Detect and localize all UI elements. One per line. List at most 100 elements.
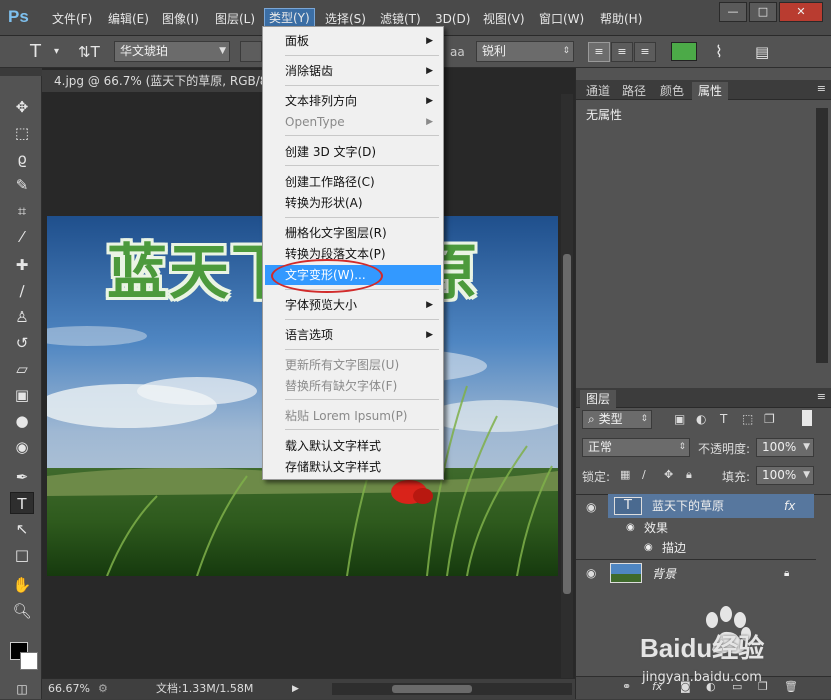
menu-item-antialias[interactable]: 消除锯齿 ▶ xyxy=(265,61,441,81)
lasso-tool-icon[interactable]: ϱ xyxy=(10,148,34,170)
menu-item-create-work-path[interactable]: 创建工作路径(C) xyxy=(265,172,441,192)
fx-icon[interactable]: fx xyxy=(784,494,795,518)
menu-item-panels[interactable]: 面板 ▶ xyxy=(265,31,441,51)
marquee-tool-icon[interactable]: ⬚ xyxy=(10,122,34,144)
history-brush-tool-icon[interactable]: ↺ xyxy=(10,332,34,354)
minimize-button[interactable]: — xyxy=(719,2,747,22)
menu-item-text-orientation[interactable]: 文本排列方向 ▶ xyxy=(265,91,441,111)
panel-menu-icon[interactable]: ≡ xyxy=(817,82,826,95)
status-info-icon[interactable]: ⚙ xyxy=(98,679,108,699)
layer-name[interactable]: 蓝天下的草原 xyxy=(652,494,724,518)
filter-shape-icon[interactable]: ⬚ xyxy=(742,412,753,426)
menu-help[interactable]: 帮助(H) xyxy=(596,9,646,29)
path-select-tool-icon[interactable]: ↖ xyxy=(10,518,34,540)
gradient-tool-icon[interactable]: ▣ xyxy=(10,384,34,406)
horizontal-scrollbar-thumb[interactable] xyxy=(392,685,472,693)
lock-position-icon[interactable]: ✥ xyxy=(664,468,673,481)
type-tool-icon[interactable]: T xyxy=(10,492,34,514)
menu-image[interactable]: 图像(I) xyxy=(158,9,203,29)
warp-text-icon[interactable]: ⌇ xyxy=(715,41,723,63)
layer-filter-select[interactable]: ⌕ 类型 ⇕ xyxy=(582,410,652,429)
text-color-swatch[interactable] xyxy=(671,42,697,61)
tab-properties[interactable]: 属性 xyxy=(692,82,729,100)
quick-mask-icon[interactable]: ◫ xyxy=(10,678,34,700)
filter-toggle[interactable] xyxy=(802,410,812,426)
stroke-visibility-eye-icon[interactable]: ◉ xyxy=(644,538,653,558)
horizontal-scrollbar[interactable] xyxy=(332,683,572,695)
zoom-level[interactable]: 66.67% xyxy=(48,679,90,699)
lock-pixels-icon[interactable]: ∕ xyxy=(642,468,646,481)
layer-effects-row[interactable]: ◉ 效果 xyxy=(608,518,814,538)
antialias-label: aa xyxy=(450,45,465,59)
layer-effect-stroke-row[interactable]: ◉ 描边 xyxy=(608,538,814,558)
close-button[interactable]: ✕ xyxy=(779,2,823,22)
align-center-button[interactable]: ≡ xyxy=(611,42,633,62)
text-tool-icon[interactable]: T xyxy=(30,41,41,63)
layers-panel-menu-icon[interactable]: ≡ xyxy=(817,390,826,403)
tab-layers[interactable]: 图层 xyxy=(580,390,617,408)
brush-tool-icon[interactable]: ∕ xyxy=(10,280,34,302)
menu-item-save-default-style[interactable]: 存储默认文字样式 xyxy=(265,457,441,477)
clone-stamp-tool-icon[interactable]: ♙ xyxy=(10,306,34,328)
layer-row-background[interactable]: 背景 🔒︎ xyxy=(608,560,814,588)
layer-row-text[interactable]: T 蓝天下的草原 fx xyxy=(608,494,814,518)
crop-tool-icon[interactable]: ⌗ xyxy=(10,200,34,222)
healing-brush-tool-icon[interactable]: ✚ xyxy=(10,254,34,276)
vertical-scrollbar[interactable] xyxy=(561,94,573,678)
align-left-button[interactable]: ≡ xyxy=(588,42,610,62)
menu-window[interactable]: 窗口(W) xyxy=(535,9,588,29)
zoom-tool-icon[interactable]: 🔍︎ xyxy=(10,600,34,622)
tab-channels[interactable]: 通道 xyxy=(580,82,616,100)
tool-preset-arrow-icon[interactable]: ▾ xyxy=(54,41,59,63)
menu-view[interactable]: 视图(V) xyxy=(479,9,529,29)
blur-tool-icon[interactable]: ● xyxy=(10,410,34,432)
align-right-button[interactable]: ≡ xyxy=(634,42,656,62)
tab-color[interactable]: 颜色 xyxy=(654,82,690,100)
filter-smart-icon[interactable]: ❐ xyxy=(764,412,775,426)
tab-paths[interactable]: 路径 xyxy=(616,82,652,100)
menu-layer[interactable]: 图层(L) xyxy=(211,9,259,29)
effect-visibility-eye-icon[interactable]: ◉ xyxy=(626,518,635,538)
menu-item-language-options[interactable]: 语言选项 ▶ xyxy=(265,325,441,345)
move-tool-icon[interactable]: ✥ xyxy=(10,96,34,118)
menu-type[interactable]: 类型(Y) xyxy=(264,8,315,28)
fill-input[interactable]: 100% ▼ xyxy=(756,466,814,485)
menu-item-create-3d[interactable]: 创建 3D 文字(D) xyxy=(265,142,441,162)
visibility-eye-icon[interactable]: ◉ xyxy=(586,500,602,514)
filter-pixel-icon[interactable]: ▣ xyxy=(674,412,685,426)
font-style-select[interactable] xyxy=(240,41,262,62)
blend-mode-select[interactable]: 正常 ⇕ xyxy=(582,438,690,457)
menu-file[interactable]: 文件(F) xyxy=(48,9,96,29)
dodge-tool-icon[interactable]: ◉ xyxy=(10,436,34,458)
properties-scrollbar[interactable] xyxy=(816,108,828,363)
link-layers-icon[interactable]: ⚭ xyxy=(622,680,631,693)
scrollbar-thumb[interactable] xyxy=(563,254,571,594)
text-orientation-icon[interactable]: ⇅T xyxy=(78,41,100,63)
hand-tool-icon[interactable]: ✋ xyxy=(10,574,34,596)
character-panel-icon[interactable]: ▤ xyxy=(755,41,769,63)
eyedropper-tool-icon[interactable]: ⁄ xyxy=(10,226,34,248)
menu-item-font-preview-size[interactable]: 字体预览大小 ▶ xyxy=(265,295,441,315)
filter-adjustment-icon[interactable]: ◐ xyxy=(696,412,706,426)
menu-item-load-default-style[interactable]: 载入默认文字样式 xyxy=(265,436,441,456)
font-family-select[interactable]: 华文琥珀 ▼ xyxy=(114,41,230,62)
filter-type-icon[interactable]: T xyxy=(720,412,727,426)
menu-item-label: 消除锯齿 xyxy=(285,64,334,78)
eraser-tool-icon[interactable]: ▱ xyxy=(10,358,34,380)
lock-all-icon[interactable]: 🔒︎ xyxy=(686,468,692,482)
status-menu-arrow-icon[interactable]: ▶ xyxy=(292,679,299,699)
pen-tool-icon[interactable]: ✒ xyxy=(10,466,34,488)
maximize-button[interactable]: □ xyxy=(749,2,777,22)
opacity-input[interactable]: 100% ▼ xyxy=(756,438,814,457)
menu-item-convert-to-shape[interactable]: 转换为形状(A) xyxy=(265,193,441,213)
background-visibility-eye-icon[interactable]: ◉ xyxy=(586,566,602,580)
layer-name[interactable]: 背景 xyxy=(652,560,676,588)
antialias-select[interactable]: 锐利 ⇕ xyxy=(476,41,574,62)
document-tab[interactable]: 4.jpg @ 66.7% (蓝天下的草原, RGB/8# xyxy=(42,70,292,92)
lock-transparent-icon[interactable]: ▦ xyxy=(620,468,630,481)
menu-item-rasterize-type[interactable]: 栅格化文字图层(R) xyxy=(265,223,441,243)
rectangle-tool-icon[interactable]: □ xyxy=(10,544,34,566)
quick-select-tool-icon[interactable]: ✎ xyxy=(10,174,34,196)
menu-edit[interactable]: 编辑(E) xyxy=(104,9,153,29)
background-color-swatch[interactable] xyxy=(20,652,38,670)
